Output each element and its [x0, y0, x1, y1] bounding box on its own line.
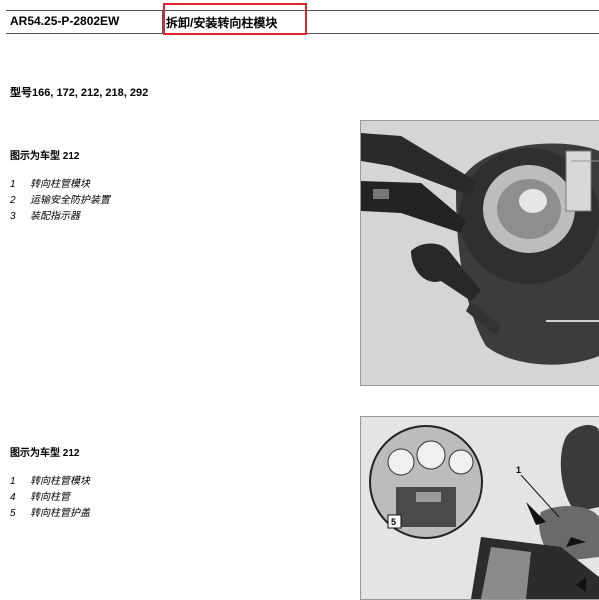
legend-number: 3	[10, 211, 16, 222]
legend-text: 装配指示器	[30, 211, 80, 222]
legend-item: 4 转向柱管	[10, 490, 90, 506]
figure-2-image: 1 5	[360, 416, 599, 600]
legend-number: 1	[10, 179, 16, 190]
legend-number: 5	[10, 508, 16, 519]
document-code: AR54.25-P-2802EW	[10, 14, 120, 28]
figure-1-caption: 图示为车型 212	[10, 151, 80, 162]
legend-item: 1 转向柱管模块	[10, 474, 90, 490]
legend-item: 1 转向柱管模块	[10, 177, 110, 193]
figure-2-caption: 图示为车型 212	[10, 448, 80, 459]
figure-2-legend: 1 转向柱管模块 4 转向柱管 5 转向柱管护盖	[10, 474, 90, 522]
steering-column-installation-illustration: 1 5	[361, 417, 599, 599]
title-highlight-box	[163, 3, 307, 35]
legend-item: 5 转向柱管护盖	[10, 506, 90, 522]
figure-1-image	[360, 120, 599, 386]
legend-text: 运输安全防护装置	[30, 195, 110, 206]
legend-text: 转向柱管模块	[30, 179, 90, 190]
legend-item: 2 运输安全防护装置	[10, 193, 110, 209]
legend-item: 3 装配指示器	[10, 209, 110, 225]
legend-number: 4	[10, 492, 16, 503]
legend-text: 转向柱管模块	[30, 476, 90, 487]
figure-1-legend: 1 转向柱管模块 2 运输安全防护装置 3 装配指示器	[10, 177, 110, 225]
legend-text: 转向柱管	[30, 492, 70, 503]
legend-text: 转向柱管护盖	[30, 508, 90, 519]
legend-number: 1	[10, 476, 16, 487]
callout-5-label: 5	[391, 517, 396, 527]
steering-column-module-illustration	[361, 121, 599, 385]
callout-1-label: 1	[516, 465, 521, 475]
legend-number: 2	[10, 195, 16, 206]
applicable-models: 型号166, 172, 212, 218, 292	[10, 87, 149, 99]
